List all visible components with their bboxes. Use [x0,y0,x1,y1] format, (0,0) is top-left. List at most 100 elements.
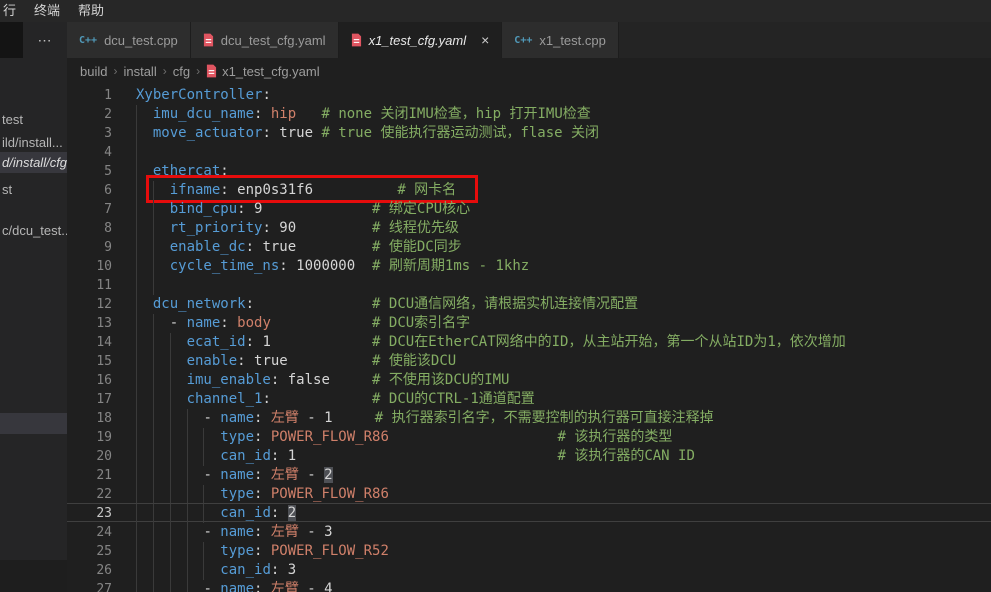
code-line-6[interactable]: 6 ifname: enp0s31f6 # 网卡名 [67,181,991,200]
line-number[interactable]: 4 [67,143,112,162]
breadcrumb-segment[interactable]: install [123,64,156,79]
line-number[interactable]: 12 [67,295,112,314]
code-text[interactable]: can_id: 2 [136,504,296,523]
sidebar-item-5[interactable]: c/dcu_test... [0,221,67,241]
code-text[interactable]: - name: 左臂 - 2 [136,466,333,485]
line-number[interactable]: 15 [67,352,112,371]
code-text[interactable]: rt_priority: 90 # 线程优先级 [136,219,459,238]
tab-dcu_test.cpp[interactable]: C++dcu_test.cpp [67,22,191,58]
line-number[interactable]: 25 [67,542,112,561]
line-number[interactable]: 5 [67,162,112,181]
line-number[interactable]: 3 [67,124,112,143]
code-text[interactable]: - name: 左臂 - 4 [136,580,333,592]
code-text[interactable]: - name: 左臂 - 1 # 执行器索引名字，不需要控制的执行器可直接注释掉 [136,409,714,428]
code-line-3[interactable]: 3 move_actuator: true # true 使能执行器运动测试，f… [67,124,991,143]
line-number[interactable]: 6 [67,181,112,200]
menu-item-3[interactable]: 帮助 [69,0,113,22]
code-line-8[interactable]: 8 rt_priority: 90 # 线程优先级 [67,219,991,238]
code-line-26[interactable]: 26 can_id: 3 [67,561,991,580]
code-text[interactable]: type: POWER_FLOW_R52 [136,542,389,561]
code-line-4[interactable]: 4 [67,143,991,162]
line-number[interactable]: 11 [67,276,112,295]
line-number[interactable]: 16 [67,371,112,390]
line-number[interactable]: 13 [67,314,112,333]
editor-pane[interactable]: build›install›cfg›x1_test_cfg.yaml 1Xybe… [67,58,991,592]
code-line-1[interactable]: 1 XyberController: [67,86,991,105]
code-line-7[interactable]: 7 bind_cpu: 9 # 绑定CPU核心 [67,200,991,219]
breadcrumb-segment[interactable]: cfg [173,64,190,79]
code-line-24[interactable]: 24 - name: 左臂 - 3 [67,523,991,542]
code-line-10[interactable]: 10 cycle_time_ns: 1000000 # 刷新周期1ms - 1k… [67,257,991,276]
code-line-20[interactable]: 20 can_id: 1 # 该执行器的CAN ID [67,447,991,466]
code-text[interactable]: enable: true # 使能该DCU [136,352,456,371]
code-text[interactable]: - name: 左臂 - 3 [136,523,333,542]
code-text[interactable]: imu_enable: false # 不使用该DCU的IMU [136,371,509,390]
sidebar-item-4[interactable]: st [0,180,67,200]
code-text[interactable]: bind_cpu: 9 # 绑定CPU核心 [136,200,470,219]
menu-item-1[interactable]: 行 [0,0,25,22]
occurrence-highlight[interactable]: 2 [288,505,296,521]
code-line-17[interactable]: 17 channel_1: # DCU的CTRL-1通道配置 [67,390,991,409]
tab-dcu_test_cfg.yaml[interactable]: dcu_test_cfg.yaml [191,22,339,58]
code-line-5[interactable]: 5 ethercat: [67,162,991,181]
code-line-27[interactable]: 27 - name: 左臂 - 4 [67,580,991,592]
code-text[interactable]: can_id: 1 # 该执行器的CAN ID [136,447,695,466]
code-line-18[interactable]: 18 - name: 左臂 - 1 # 执行器索引名字，不需要控制的执行器可直接… [67,409,991,428]
line-number[interactable]: 21 [67,466,112,485]
code-line-12[interactable]: 12 dcu_network: # DCU通信网络，请根据实机连接情况配置 [67,295,991,314]
line-number[interactable]: 10 [67,257,112,276]
line-number[interactable]: 22 [67,485,112,504]
line-number[interactable]: 27 [67,580,112,592]
code-line-13[interactable]: 13 - name: body # DCU索引名字 [67,314,991,333]
line-number[interactable]: 1 [67,86,112,105]
tab-x1_test.cpp[interactable]: C++x1_test.cpp [502,22,619,58]
sidebar-item-6[interactable] [0,413,67,434]
code-text[interactable]: ecat_id: 1 # DCU在EtherCAT网络中的ID，从主站开始，第一… [136,333,846,352]
sidebar-item-3[interactable]: d/install/cfg [0,152,67,173]
code-text[interactable]: type: POWER_FLOW_R86 [136,485,389,504]
code-text[interactable]: ethercat: [136,162,229,181]
code-area[interactable]: 1XyberController:2 imu_dcu_name: hip # n… [67,84,991,592]
line-number[interactable]: 18 [67,409,112,428]
line-number[interactable]: 14 [67,333,112,352]
code-text[interactable]: channel_1: # DCU的CTRL-1通道配置 [136,390,535,409]
code-text[interactable]: XyberController: [136,86,271,105]
line-number[interactable]: 7 [67,200,112,219]
code-text[interactable]: dcu_network: # DCU通信网络，请根据实机连接情况配置 [136,295,638,314]
code-line-23[interactable]: 23 can_id: 2 [67,504,991,523]
code-line-2[interactable]: 2 imu_dcu_name: hip # none 关闭IMU检查，hip 打… [67,105,991,124]
line-number[interactable]: 20 [67,447,112,466]
code-line-16[interactable]: 16 imu_enable: false # 不使用该DCU的IMU [67,371,991,390]
code-line-22[interactable]: 22 type: POWER_FLOW_R86 [67,485,991,504]
line-number[interactable]: 26 [67,561,112,580]
sidebar-item-2[interactable]: ild/install... [0,133,67,153]
tab-x1_test_cfg.yaml[interactable]: x1_test_cfg.yaml× [339,22,503,58]
line-number[interactable]: 9 [67,238,112,257]
occurrence-highlight[interactable]: 2 [324,467,332,483]
menu-item-2[interactable]: 终端 [25,0,69,22]
code-line-15[interactable]: 15 enable: true # 使能该DCU [67,352,991,371]
line-number[interactable]: 23 [67,504,112,523]
code-line-9[interactable]: 9 enable_dc: true # 使能DC同步 [67,238,991,257]
code-line-21[interactable]: 21 - name: 左臂 - 2 [67,466,991,485]
line-number[interactable]: 17 [67,390,112,409]
sidebar-item-1[interactable]: test [0,110,67,130]
breadcrumb-segment[interactable]: build [80,64,107,79]
code-line-11[interactable]: 11 [67,276,991,295]
line-number[interactable]: 2 [67,105,112,124]
code-text[interactable]: - name: body # DCU索引名字 [136,314,470,333]
code-text[interactable]: enable_dc: true # 使能DC同步 [136,238,462,257]
code-text[interactable]: ifname: enp0s31f6 # 网卡名 [136,181,456,200]
code-text[interactable]: move_actuator: true # true 使能执行器运动测试，fla… [136,124,599,143]
code-line-25[interactable]: 25 type: POWER_FLOW_R52 [67,542,991,561]
close-icon[interactable]: × [481,33,489,47]
code-line-14[interactable]: 14 ecat_id: 1 # DCU在EtherCAT网络中的ID，从主站开始… [67,333,991,352]
code-text[interactable]: type: POWER_FLOW_R86 # 该执行器的类型 [136,428,672,447]
code-text[interactable]: can_id: 3 [136,561,296,580]
line-number[interactable]: 24 [67,523,112,542]
code-line-19[interactable]: 19 type: POWER_FLOW_R86 # 该执行器的类型 [67,428,991,447]
line-number[interactable]: 19 [67,428,112,447]
breadcrumb-file[interactable]: x1_test_cfg.yaml [206,64,320,79]
line-number[interactable]: 8 [67,219,112,238]
code-text[interactable]: imu_dcu_name: hip # none 关闭IMU检查，hip 打开I… [136,105,591,124]
